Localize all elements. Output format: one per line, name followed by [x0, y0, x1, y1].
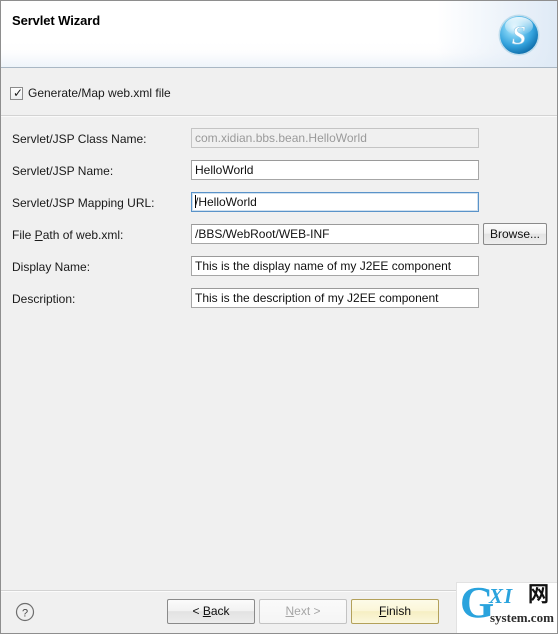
- display-name-input[interactable]: This is the display name of my J2EE comp…: [191, 256, 479, 276]
- servlet-wizard-dialog: Servlet Wizard S ✓ Generate/Map web.xml …: [0, 0, 558, 634]
- class-name-input[interactable]: com.xidian.bbs.bean.HelloWorld: [191, 128, 479, 148]
- wizard-header: Servlet Wizard S: [1, 1, 557, 68]
- next-label-after: ext >: [294, 604, 321, 618]
- watermark-cjk: 网: [528, 583, 549, 606]
- wizard-form: Servlet/JSP Class Name: com.xidian.bbs.b…: [1, 126, 557, 318]
- label-file-path-after: ath of web.xml:: [42, 228, 124, 242]
- finish-label-after: inish: [386, 604, 412, 618]
- form-row-servlet-name: Servlet/JSP Name: HelloWorld: [1, 158, 557, 190]
- browse-button[interactable]: Browse...: [483, 223, 547, 245]
- svg-text:S: S: [512, 21, 526, 50]
- watermark-overlay: G XI 网 system.com: [456, 582, 557, 633]
- mapping-url-value: /HelloWorld: [195, 195, 257, 209]
- label-class-name: Servlet/JSP Class Name:: [12, 132, 147, 146]
- generate-web-xml-checkbox[interactable]: ✓: [10, 85, 24, 100]
- next-button: Next >: [259, 599, 347, 624]
- servlet-name-input[interactable]: HelloWorld: [191, 160, 479, 180]
- label-description: Description:: [12, 292, 76, 306]
- watermark-domain: system.com: [490, 610, 554, 625]
- checkmark-icon: ✓: [13, 85, 24, 100]
- generate-web-xml-checkbox-row[interactable]: ✓ Generate/Map web.xml file: [10, 86, 171, 100]
- blue-sphere-s-icon: S: [497, 13, 541, 57]
- back-mnemonic: B: [202, 604, 211, 618]
- form-row-class-name: Servlet/JSP Class Name: com.xidian.bbs.b…: [1, 126, 557, 158]
- finish-button[interactable]: Finish: [351, 599, 439, 624]
- form-row-file-path: File Path of web.xml: /BBS/WebRoot/WEB-I…: [1, 222, 557, 254]
- generate-web-xml-label: Generate/Map web.xml file: [28, 86, 171, 100]
- label-display-name: Display Name:: [12, 260, 91, 274]
- back-label-after: ack: [210, 604, 230, 618]
- label-servlet-name: Servlet/JSP Name:: [12, 164, 114, 178]
- wizard-content: ✓ Generate/Map web.xml file Servlet/JSP …: [1, 68, 557, 590]
- next-mnemonic: N: [285, 604, 295, 618]
- form-row-description: Description: This is the description of …: [1, 286, 557, 318]
- form-row-mapping-url: Servlet/JSP Mapping URL: /HelloWorld: [1, 190, 557, 222]
- section-divider: [1, 115, 557, 117]
- mapping-url-input[interactable]: /HelloWorld: [191, 192, 479, 212]
- form-row-display-name: Display Name: This is the display name o…: [1, 254, 557, 286]
- page-title: Servlet Wizard: [12, 13, 101, 28]
- file-path-input[interactable]: /BBS/WebRoot/WEB-INF: [191, 224, 479, 244]
- label-mapping-url: Servlet/JSP Mapping URL:: [12, 196, 155, 210]
- wizard-button-bar: < Back Next > Finish: [167, 599, 439, 624]
- label-file-path-mnemonic: P: [34, 228, 43, 242]
- question-mark-help-icon[interactable]: ?: [15, 602, 35, 622]
- label-file-path: File Path of web.xml:: [12, 228, 123, 242]
- watermark-xi: XI: [489, 584, 514, 608]
- back-button[interactable]: < Back: [167, 599, 255, 624]
- svg-text:?: ?: [22, 608, 28, 620]
- label-file-path-before: File: [12, 228, 35, 242]
- back-label-before: <: [192, 604, 203, 618]
- description-input[interactable]: This is the description of my J2EE compo…: [191, 288, 479, 308]
